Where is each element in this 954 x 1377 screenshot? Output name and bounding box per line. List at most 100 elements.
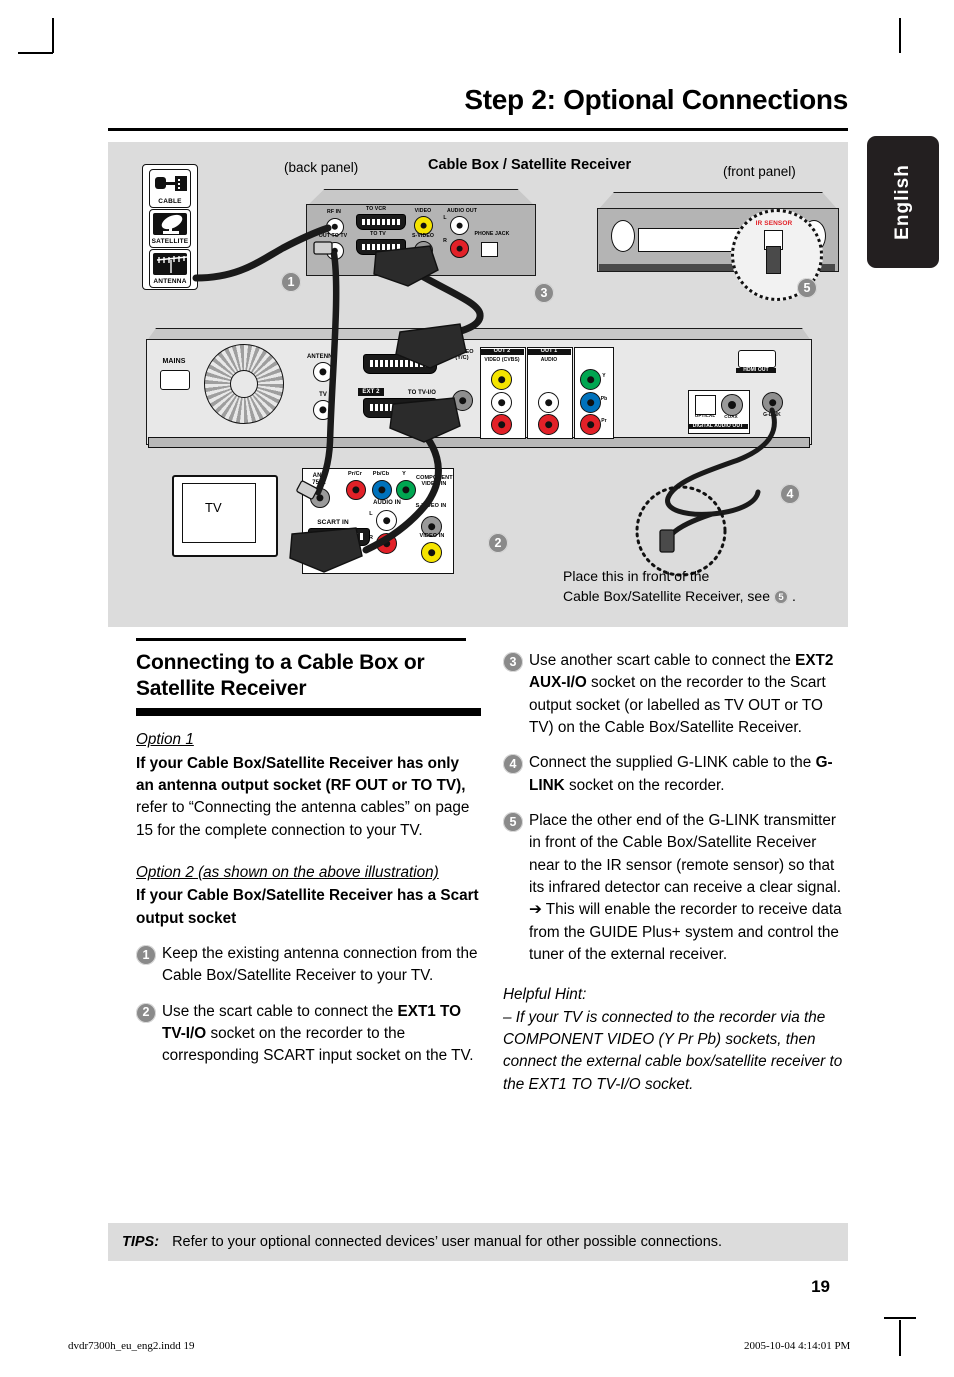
front-panel-knob-left xyxy=(611,220,635,252)
antenna-icon-caption: ANTENNA xyxy=(153,278,187,285)
step-text-run: Keep the existing antenna connection fro… xyxy=(162,944,478,985)
diagram-caption: Place this in front of the Cable Box/Sat… xyxy=(563,566,796,607)
tv-label-video-in: VIDEO IN xyxy=(419,533,445,539)
port-out-to-tv xyxy=(326,242,344,260)
diagram-caption-line1: Place this in front of the xyxy=(563,568,710,584)
body-text: Connecting to a Cable Box or Satellite R… xyxy=(108,638,848,1210)
language-tab: English xyxy=(867,136,939,268)
recorder-out2-audio-l xyxy=(491,392,512,413)
option-1-block: If your Cable Box/Satellite Receiver has… xyxy=(136,753,481,842)
recorder-hdmi-out xyxy=(738,350,776,368)
diagram-badge-5: 5 xyxy=(797,278,817,298)
section-heading: Connecting to a Cable Box or Satellite R… xyxy=(136,651,425,700)
recorder-optical-out xyxy=(695,395,716,415)
section-bottom-rule xyxy=(136,708,481,717)
recorder-ext1-scart xyxy=(363,398,437,418)
port-phone-jack xyxy=(481,242,498,257)
satellite-icon-caption: SATELLITE xyxy=(151,238,189,245)
recorder-mains-socket xyxy=(160,370,190,390)
tv-component-pb xyxy=(372,480,392,500)
diagram-badge-3: 3 xyxy=(534,283,554,303)
label-front-panel: (front panel) xyxy=(723,164,796,179)
step-item: 4 Connect the supplied G-LINK cable to th… xyxy=(503,752,848,797)
recorder-component-y xyxy=(580,369,601,390)
connection-diagram: (back panel) Cable Box / Satellite Recei… xyxy=(108,142,848,627)
step-badge: 3 xyxy=(503,652,523,672)
tv-label-pr-cr: Pr/Cr xyxy=(348,471,362,477)
port-label-video: VIDEO xyxy=(414,208,432,214)
port-label-audio-l: L xyxy=(443,215,447,221)
step-item: 3 Use another scart cable to connect the … xyxy=(503,650,848,739)
crop-mark-top-left-v xyxy=(52,18,54,53)
tv-ant-in xyxy=(310,488,330,508)
recorder-label-component-pr: Pr xyxy=(601,418,607,424)
left-column: Connecting to a Cable Box or Satellite R… xyxy=(136,650,481,1080)
cable-icon-caption: CABLE xyxy=(158,198,182,205)
step-text-run: Use the scart cable to connect the xyxy=(162,1002,398,1020)
tv-label: TV xyxy=(205,500,222,515)
recorder-label-tv: TV xyxy=(319,392,327,398)
diagram-caption-period: . xyxy=(792,588,796,605)
footer-timestamp: 2005-10-04 4:14:01 PM xyxy=(744,1340,851,1352)
label-device-title: Cable Box / Satellite Receiver xyxy=(428,157,632,173)
recorder-antenna-in xyxy=(313,362,333,382)
recorder-out1-audio-l xyxy=(538,392,559,413)
right-steps-list: 3 Use another scart cable to connect the … xyxy=(503,650,848,966)
port-label-to-tv: TO TV xyxy=(370,231,386,237)
tv-audio-r-in xyxy=(376,533,397,554)
recorder-label-to-tv-io: TO TV-I/O xyxy=(407,390,437,396)
recorder-s-video-out xyxy=(452,390,473,411)
recorder-component-pb xyxy=(580,392,601,413)
cable-icon: CABLE xyxy=(149,169,191,208)
step-badge: 2 xyxy=(136,1002,156,1023)
recorder-label-s-video: S-VIDEO (Y/C) xyxy=(450,349,474,361)
port-label-s-video: S-VIDEO xyxy=(411,233,435,239)
step-text-run: Place the other end of the G-LINK transm… xyxy=(529,811,842,896)
option-1-body: refer to “Connecting the antenna cables”… xyxy=(136,799,470,839)
option-1-bold-tail: , xyxy=(461,776,466,794)
satellite-icon: SATELLITE xyxy=(149,209,191,248)
port-label-audio-r: R xyxy=(443,238,447,244)
source-icon-strip: CABLE SATELLITE ANTENNA xyxy=(142,164,198,290)
port-label-phone-jack: PHONE JACK xyxy=(474,231,510,237)
diagram-caption-badge: 5 xyxy=(774,590,788,605)
crop-mark-top-left-h xyxy=(18,52,53,54)
label-back-panel: (back panel) xyxy=(284,160,359,175)
page-title: Step 2: Optional Connections xyxy=(464,84,848,115)
tv-label-ant: ANT xyxy=(312,473,326,479)
g-link-transmitter-head xyxy=(766,246,781,274)
diagram-badge-1: 1 xyxy=(281,272,301,292)
tv-audio-l-in xyxy=(376,510,397,531)
tv-component-y xyxy=(396,480,416,500)
ir-sensor-label: IR SENSOR xyxy=(755,220,793,227)
step-badge: 5 xyxy=(503,811,523,832)
tv-video-in xyxy=(421,542,442,563)
recorder-label-component-y: Y xyxy=(602,373,606,379)
tv-label-component-video-in: COMPONENT VIDEO IN xyxy=(416,475,453,487)
recorder-base xyxy=(148,437,810,448)
recorder-tv-out xyxy=(313,400,333,420)
tips-text: Refer to your optional connected devices… xyxy=(172,1234,723,1250)
diagram-badge-2: 2 xyxy=(488,533,508,553)
footer-file: dvdr7300h_eu_eng2.indd 19 xyxy=(68,1340,195,1352)
diagram-badge-4: 4 xyxy=(780,484,800,504)
option-1-bold: If your Cable Box/Satellite Receiver has… xyxy=(136,754,462,794)
step-text: Keep the existing antenna connection fro… xyxy=(162,943,481,988)
recorder-out1-audio-r xyxy=(538,414,559,435)
recorder-fan-hub xyxy=(230,370,258,398)
step-text-run: socket on the recorder to the correspond… xyxy=(162,1024,474,1065)
tv-label-ant-ohm: 75 Ω xyxy=(312,480,326,486)
step-text-run: Use another scart cable to connect the xyxy=(529,652,796,669)
step-badge: 1 xyxy=(136,944,156,965)
language-tab-label: English xyxy=(892,164,913,240)
tv-label-s-video-in: S-VIDEO IN xyxy=(415,503,447,509)
recorder-out2-audio-r xyxy=(491,414,512,435)
recorder-label-digital-audio-out: DIGITAL AUDIO OUT xyxy=(688,423,748,430)
step-text: Connect the supplied G-LINK cable to the… xyxy=(529,752,848,797)
step-item: 5 Place the other end of the G-LINK trans… xyxy=(503,810,848,966)
tv-label-audio-l: L xyxy=(369,511,373,517)
step-text-run: socket on the recorder. xyxy=(564,776,725,794)
port-to-vcr xyxy=(356,214,406,230)
step-text: Use the scart cable to connect the EXT1 … xyxy=(162,1001,481,1068)
port-audio-r xyxy=(450,239,469,258)
